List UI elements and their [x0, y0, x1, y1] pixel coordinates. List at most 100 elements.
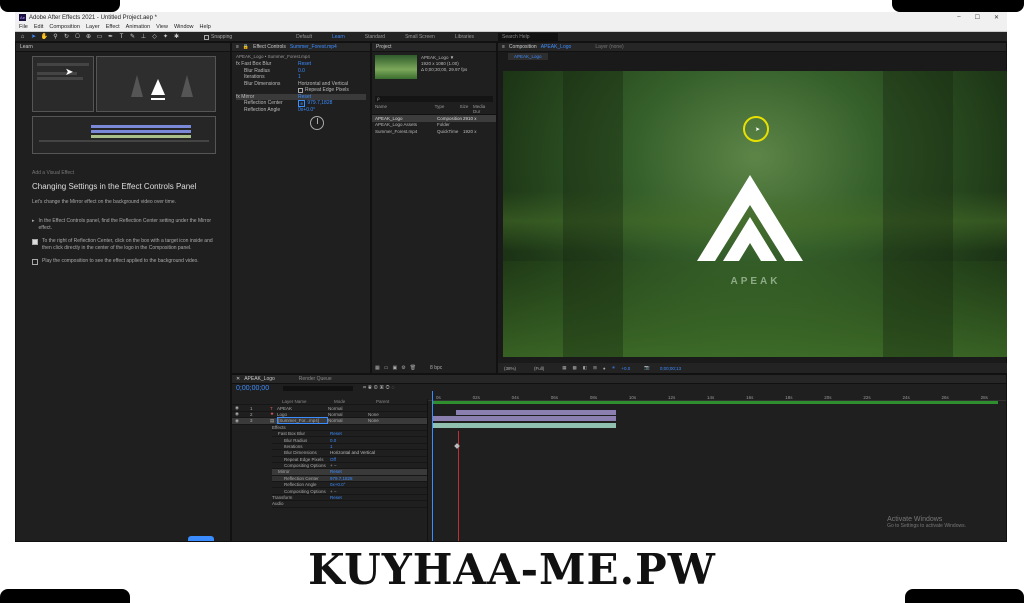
- learn-next-button[interactable]: [188, 536, 214, 541]
- layer-bar[interactable]: [432, 416, 616, 421]
- timeline-tab[interactable]: ✕ APEAK_Logo Render Queue: [232, 375, 1006, 384]
- settings-icon[interactable]: ⚙: [401, 365, 405, 371]
- col-size[interactable]: Size: [460, 104, 473, 114]
- menu-composition[interactable]: Composition: [49, 24, 80, 30]
- property-value[interactable]: 0x+0.0°: [330, 482, 345, 487]
- blur-dimensions-select[interactable]: Horizontal and Vertical: [298, 81, 348, 87]
- col-mode[interactable]: Mode: [334, 399, 376, 404]
- search-help-input[interactable]: Search Help: [498, 32, 558, 41]
- menu-effect[interactable]: Effect: [106, 24, 120, 30]
- region-icon[interactable]: ▦: [562, 365, 566, 371]
- clone-stamp-tool-icon[interactable]: ⊥: [140, 33, 147, 40]
- resolution-select[interactable]: (Full): [534, 366, 544, 371]
- col-type[interactable]: Type: [435, 104, 460, 114]
- visibility-icon[interactable]: ◉: [232, 418, 244, 424]
- property-value[interactable]: Reset: [330, 495, 342, 500]
- render-queue-tab[interactable]: Render Queue: [299, 376, 332, 382]
- rotate-tool-icon[interactable]: ↻: [63, 33, 70, 40]
- puppet-tool-icon[interactable]: ✱: [173, 33, 180, 40]
- angle-dial-icon[interactable]: [310, 116, 324, 130]
- property-value[interactable]: Horizontal and Vertical: [330, 450, 375, 455]
- composition-timecode[interactable]: 0;00;00;13: [660, 366, 681, 371]
- step-2-checkbox[interactable]: [32, 239, 38, 245]
- interpret-footage-icon[interactable]: ▦: [375, 365, 380, 371]
- rectangle-tool-icon[interactable]: ▭: [96, 33, 103, 40]
- layer-tab[interactable]: Layer (none): [595, 44, 623, 50]
- layer-mode[interactable]: Normal: [328, 418, 368, 423]
- timeline-switch-icons[interactable]: ⌗◉◍▣◎◌: [363, 385, 396, 391]
- close-tab-icon[interactable]: ✕: [236, 376, 240, 382]
- menu-view[interactable]: View: [156, 24, 168, 30]
- ec-value[interactable]: 979.7,1828: [307, 100, 332, 106]
- project-item[interactable]: Summer_Forest.mp4 QuickTime 1920 x: [372, 128, 496, 135]
- workspace-small-screen[interactable]: Small Screen: [405, 34, 435, 40]
- target-icon[interactable]: ⊕: [298, 99, 306, 107]
- menu-window[interactable]: Window: [174, 24, 194, 30]
- property-value[interactable]: Reset: [330, 469, 342, 474]
- property-value[interactable]: Reset: [330, 431, 342, 436]
- panel-menu-icon[interactable]: ≡: [502, 44, 505, 50]
- layer-bar[interactable]: [432, 423, 616, 428]
- property-value[interactable]: 0.0: [330, 438, 336, 443]
- maximize-button[interactable]: ☐: [975, 14, 980, 21]
- layer-bar[interactable]: [456, 410, 616, 415]
- property-value[interactable]: Off: [330, 457, 336, 462]
- eraser-tool-icon[interactable]: ◇: [151, 33, 158, 40]
- time-ruler[interactable]: 0s 02s 04s 06s 08s 10s 12s 14s 16s 18s 2…: [428, 391, 1006, 401]
- new-folder-icon[interactable]: ▭: [384, 365, 389, 371]
- menu-layer[interactable]: Layer: [86, 24, 100, 30]
- hand-tool-icon[interactable]: ✋: [41, 33, 48, 40]
- ec-value[interactable]: 1: [298, 74, 301, 80]
- type-tool-icon[interactable]: T: [118, 33, 125, 40]
- workspace-default[interactable]: Default: [296, 34, 312, 40]
- menu-animation[interactable]: Animation: [126, 24, 150, 30]
- property-value[interactable]: + −: [330, 463, 337, 468]
- composition-tab[interactable]: ≡ Composition APEAK_Logo Layer (none): [498, 43, 1006, 52]
- snapping-toggle[interactable]: Snapping: [204, 34, 232, 40]
- exposure-value[interactable]: +0.0: [621, 366, 630, 371]
- ec-value[interactable]: Reset: [298, 61, 311, 67]
- layer-parent[interactable]: None: [368, 418, 379, 423]
- camera-tool-icon[interactable]: ⎔: [74, 33, 81, 40]
- zoom-tool-icon[interactable]: ⚲: [52, 33, 59, 40]
- pan-behind-tool-icon[interactable]: ⊕: [85, 33, 92, 40]
- workspace-learn[interactable]: Learn: [332, 34, 345, 40]
- property-row[interactable]: Audio: [272, 501, 427, 508]
- timeline-track-area[interactable]: 0s 02s 04s 06s 08s 10s 12s 14s 16s 18s 2…: [428, 391, 1006, 541]
- brush-tool-icon[interactable]: ✎: [129, 33, 136, 40]
- col-media-duration[interactable]: Media Dur: [473, 104, 493, 114]
- learn-tab[interactable]: Learn: [16, 43, 230, 52]
- layer-mode[interactable]: Normal: [328, 412, 368, 417]
- repeat-edge-checkbox[interactable]: [298, 88, 303, 94]
- menu-help[interactable]: Help: [200, 24, 211, 30]
- mask-icon[interactable]: ◧: [583, 365, 587, 371]
- playhead[interactable]: [432, 391, 433, 541]
- col-layer-name[interactable]: Layer Name: [282, 399, 334, 404]
- work-area-bar[interactable]: [432, 401, 998, 404]
- pen-tool-icon[interactable]: ✒: [107, 33, 114, 40]
- property-value[interactable]: 979.7,1828: [330, 476, 353, 481]
- composition-viewer[interactable]: APEAK ➤: [503, 71, 1007, 357]
- workspace-standard[interactable]: Standard: [365, 34, 385, 40]
- project-search-input[interactable]: ρ: [375, 96, 493, 102]
- effect-controls-tab[interactable]: ≡ 🔒 Effect Controls Summer_Forest.mp4: [232, 43, 370, 52]
- property-value[interactable]: + −: [330, 489, 337, 494]
- workspace-libraries[interactable]: Libraries: [455, 34, 474, 40]
- ec-value[interactable]: 0x+0.0°: [298, 107, 315, 113]
- new-comp-icon[interactable]: ▣: [392, 365, 397, 371]
- bit-depth-label[interactable]: 8 bpc: [430, 365, 442, 371]
- composition-subtab[interactable]: APEAK_Logo: [508, 53, 548, 60]
- ec-value[interactable]: 0.0: [298, 68, 305, 74]
- ec-row-reflection-angle[interactable]: Reflection Angle 0x+0.0°: [236, 107, 366, 114]
- roto-brush-tool-icon[interactable]: ✦: [162, 33, 169, 40]
- snapping-checkbox[interactable]: [204, 34, 209, 40]
- menu-file[interactable]: File: [19, 24, 28, 30]
- guides-icon[interactable]: ⊞: [593, 365, 597, 371]
- lock-icon[interactable]: 🔒: [243, 44, 249, 50]
- home-icon[interactable]: ⌂: [19, 33, 26, 40]
- col-name[interactable]: Name: [375, 104, 435, 114]
- exposure-icon[interactable]: ✳: [612, 365, 616, 371]
- step-3-checkbox[interactable]: [32, 259, 38, 265]
- menu-edit[interactable]: Edit: [34, 24, 43, 30]
- selection-tool-icon[interactable]: ➤: [30, 33, 37, 40]
